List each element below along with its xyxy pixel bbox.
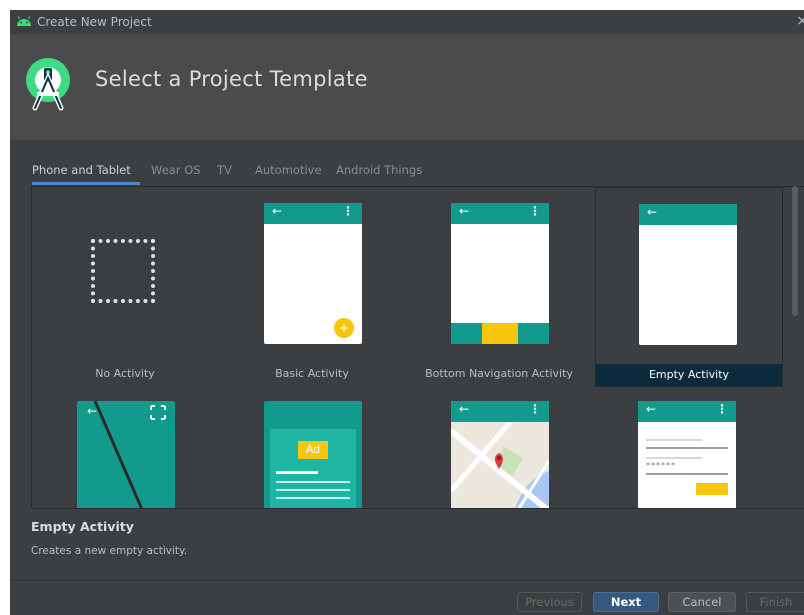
dialog-window: Create New Project × Select a Project Te…	[10, 10, 804, 615]
ad-line	[276, 489, 350, 491]
back-arrow-icon: ←	[459, 402, 470, 416]
template-label: Empty Activity	[596, 364, 782, 386]
tab-underline	[32, 182, 140, 185]
phone-preview: ← ⋮	[451, 203, 549, 344]
tab-automotive[interactable]: Automotive	[255, 160, 322, 184]
header-banner: Select a Project Template	[10, 34, 804, 140]
template-label: No Activity	[95, 367, 155, 380]
template-google-maps-activity[interactable]: ← ⋮	[406, 394, 592, 508]
password-field-line	[646, 457, 702, 459]
template-description-title: Empty Activity	[31, 519, 134, 534]
overflow-menu-icon: ⋮	[716, 402, 728, 416]
back-arrow-icon: ←	[272, 204, 283, 218]
window-title: Create New Project	[37, 15, 152, 29]
app-bar: ← ⋮	[638, 401, 736, 422]
template-bottom-navigation-activity[interactable]: ← ⋮ Bottom Navigation Activity	[406, 187, 592, 385]
ad-badge: Ad	[298, 441, 328, 459]
tab-tv[interactable]: TV	[217, 160, 232, 184]
back-arrow-icon: ←	[646, 402, 657, 416]
template-description-text: Creates a new empty activity.	[31, 545, 188, 557]
page-title: Select a Project Template	[95, 67, 368, 91]
close-icon[interactable]: ×	[796, 13, 804, 29]
template-google-admob-ads-activity[interactable]: Ad	[219, 394, 405, 508]
svg-text:←: ←	[87, 404, 97, 418]
ad-line	[276, 481, 350, 483]
app-bar: ← ⋮	[451, 203, 549, 224]
phone-preview: ←	[77, 401, 175, 508]
android-studio-icon	[23, 56, 73, 116]
sign-in-button	[696, 483, 728, 495]
overflow-menu-icon: ⋮	[529, 204, 541, 218]
phone-preview: ←	[639, 204, 737, 345]
overflow-menu-icon: ⋮	[342, 204, 354, 218]
title-bar: Create New Project ×	[10, 10, 804, 35]
password-field-underline	[646, 473, 728, 475]
app-bar: ←	[639, 204, 737, 225]
template-label: Basic Activity	[275, 367, 349, 380]
template-fullscreen-activity[interactable]: ←	[32, 394, 218, 508]
username-field-line	[646, 439, 702, 441]
fab-plus-icon: +	[334, 318, 354, 338]
android-icon	[16, 15, 32, 30]
template-gallery: No Activity ← ⋮ + Basic Activity ← ⋮ Bot…	[31, 186, 804, 509]
app-bar: ← ⋮	[264, 203, 362, 224]
password-mask: ******	[646, 461, 676, 470]
app-bar: ← ⋮	[451, 401, 549, 422]
template-login-activity[interactable]: ← ⋮ ******	[595, 394, 781, 508]
ad-line	[276, 497, 350, 499]
fullscreen-preview-graphic: ←	[87, 401, 166, 508]
cancel-button[interactable]: Cancel	[668, 592, 736, 612]
gallery-scrollbar[interactable]	[790, 186, 800, 506]
template-basic-activity[interactable]: ← ⋮ + Basic Activity	[219, 187, 405, 385]
template-label: Bottom Navigation Activity	[425, 367, 573, 380]
no-activity-icon	[91, 239, 155, 303]
finish-button[interactable]: Finish	[746, 592, 804, 612]
template-empty-activity[interactable]: ← Empty Activity	[595, 187, 783, 387]
phone-preview: ← ⋮	[451, 401, 549, 508]
back-arrow-icon: ←	[647, 205, 658, 219]
button-bar: Previous Next Cancel Finish	[10, 580, 804, 615]
phone-preview: ← ⋮ ******	[638, 401, 736, 508]
tab-wear-os[interactable]: Wear OS	[151, 160, 201, 184]
previous-button[interactable]: Previous	[517, 592, 582, 612]
phone-preview: Ad	[264, 401, 362, 508]
scrollbar-thumb[interactable]	[792, 186, 798, 316]
username-field-underline	[646, 447, 728, 449]
next-button[interactable]: Next	[593, 592, 659, 612]
phone-preview: ← ⋮ +	[264, 203, 362, 344]
template-no-activity[interactable]: No Activity	[32, 187, 218, 385]
back-arrow-icon: ←	[459, 204, 470, 218]
ad-line	[276, 471, 318, 474]
tab-android-things[interactable]: Android Things	[336, 160, 422, 184]
tab-phone-and-tablet[interactable]: Phone and Tablet	[32, 160, 131, 184]
bottom-nav-selected-item	[482, 323, 518, 344]
bottom-nav-bar	[451, 323, 549, 344]
overflow-menu-icon: ⋮	[529, 402, 541, 416]
